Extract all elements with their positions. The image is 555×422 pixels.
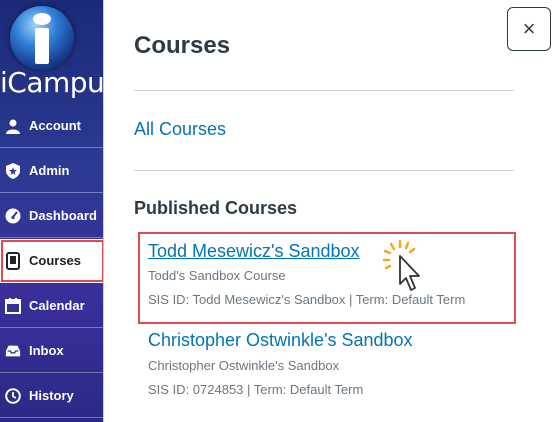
click-cursor-icon [382,239,420,291]
nav-item-history[interactable]: History [0,374,103,418]
book-icon [5,251,21,270]
course-meta: SIS ID: Todd Mesewicz's Sandbox | Term: … [148,292,466,307]
course-subtitle: Todd's Sandbox Course [148,268,286,283]
nav-item-calendar[interactable]: Calendar [0,284,103,328]
shield-icon [5,162,21,179]
nav-item-label: Inbox [29,343,64,358]
divider [134,170,514,171]
course-meta: SIS ID: 0724853 | Term: Default Term [148,382,364,397]
nav-item-label: History [29,388,74,403]
dashboard-icon [5,208,21,224]
course-subtitle: Christopher Ostwinkle's Sandbox [148,358,340,373]
logo-text: iCampus [0,66,103,99]
inbox-icon [5,343,21,359]
nav-item-admin[interactable]: Admin [0,149,103,193]
all-courses-link[interactable]: All Courses [134,119,226,140]
course-link-todd-mesewicz-sandbox[interactable]: Todd Mesewicz's Sandbox [148,241,360,262]
nav-item-dashboard[interactable]: Dashboard [0,194,103,238]
nav-item-courses[interactable]: Courses [0,239,103,283]
nav-item-label: Calendar [29,298,85,313]
clock-icon [5,387,21,404]
divider [134,90,514,91]
nav-item-label: Admin [29,163,70,178]
user-icon [5,118,21,134]
icampus-logo[interactable]: iCampus [0,0,103,104]
published-courses-heading: Published Courses [134,198,298,218]
nav-item-label: Account [29,118,81,133]
tray-divider [103,0,104,422]
nav-item-label: Dashboard [29,208,97,223]
course-link-christopher-ostwinkle-sandbox[interactable]: Christopher Ostwinkle's Sandbox [148,330,413,351]
close-button[interactable]: × [507,7,551,51]
logo-i-dot [33,13,51,25]
nav-item-inbox[interactable]: Inbox [0,329,103,373]
calendar-icon [5,297,21,314]
global-navigation: iCampus Account Admin Dashboard Courses … [0,0,103,422]
close-icon: × [522,16,536,41]
nav-item-label: Courses [29,253,82,268]
logo-i-stem [35,28,49,64]
tray-title: Courses [134,32,231,59]
nav-item-account[interactable]: Account [0,104,103,148]
